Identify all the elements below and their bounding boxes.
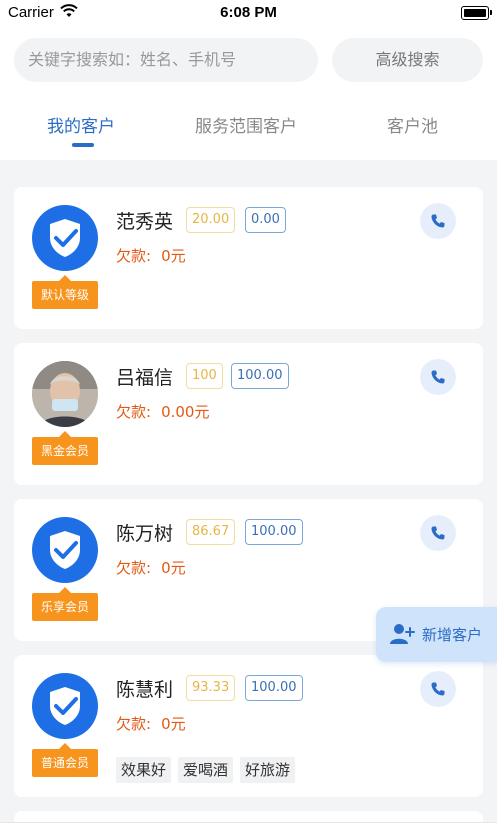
debt-value: 0元 xyxy=(161,559,186,577)
shield-icon xyxy=(32,517,98,583)
customer-card[interactable]: 普通会员 陈慧利 93.33 100.00 欠款: 0元 效果好 爱喝酒 好旅游 xyxy=(14,655,483,797)
tab-customer-pool[interactable]: 客户池 xyxy=(387,112,438,137)
debt-row: 欠款: 0元 xyxy=(116,245,186,266)
debt-label: 欠款: xyxy=(116,715,152,733)
customer-card[interactable]: 黑金会员 吕福信 100 100.00 欠款: 0.00元 xyxy=(14,343,483,485)
call-button[interactable] xyxy=(420,203,456,239)
debt-value: 0.00元 xyxy=(161,403,210,421)
shield-icon xyxy=(32,205,98,271)
level-badge: 普通会员 xyxy=(32,743,98,777)
score-tag: 93.33 xyxy=(186,675,236,701)
phone-icon xyxy=(431,526,445,540)
customer-name: 吕福信 xyxy=(116,367,174,389)
status-bar: Carrier 6:08 PM xyxy=(0,0,497,28)
debt-value: 0元 xyxy=(161,247,186,265)
call-button[interactable] xyxy=(420,359,456,395)
level-badge: 黑金会员 xyxy=(32,431,98,465)
call-button[interactable] xyxy=(420,671,456,707)
interest-tag: 好旅游 xyxy=(240,757,296,783)
level-badge: 乐享会员 xyxy=(32,587,98,621)
bottom-bar xyxy=(0,822,497,833)
avatar-photo xyxy=(32,361,98,427)
header: 关键字搜索如：姓名、手机号 高级搜索 我的客户 服务范围客户 客户池 xyxy=(0,28,497,160)
tab-my-customers[interactable]: 我的客户 xyxy=(47,112,115,137)
search-input[interactable]: 关键字搜索如：姓名、手机号 xyxy=(14,38,318,82)
phone-icon xyxy=(431,370,445,384)
battery-icon xyxy=(461,6,492,20)
customer-card[interactable]: 默认等级 范秀英 20.00 0.00 欠款: 0元 xyxy=(14,187,483,329)
add-user-icon xyxy=(390,624,415,644)
debt-label: 欠款: xyxy=(116,403,152,421)
customer-name: 陈万树 xyxy=(116,523,174,545)
balance-tag: 100.00 xyxy=(245,675,303,701)
add-customer-button[interactable]: 新增客户 xyxy=(376,607,497,662)
score-tag: 20.00 xyxy=(186,207,236,233)
phone-icon xyxy=(431,682,445,696)
debt-row: 欠款: 0.00元 xyxy=(116,401,209,422)
debt-row: 欠款: 0元 xyxy=(116,713,186,734)
balance-tag: 0.00 xyxy=(245,207,286,233)
balance-tag: 100.00 xyxy=(231,363,289,389)
debt-label: 欠款: xyxy=(116,559,152,577)
interest-tag: 爱喝酒 xyxy=(178,757,234,783)
call-button[interactable] xyxy=(420,515,456,551)
shield-icon xyxy=(32,673,98,739)
status-time: 6:08 PM xyxy=(220,4,277,21)
interest-tag: 效果好 xyxy=(116,757,172,783)
level-badge: 默认等级 xyxy=(32,275,98,309)
score-tag: 100 xyxy=(186,363,223,389)
add-customer-label: 新增客户 xyxy=(422,626,483,644)
score-tag: 86.67 xyxy=(186,519,236,545)
debt-value: 0元 xyxy=(161,715,186,733)
debt-label: 欠款: xyxy=(116,247,152,265)
balance-tag: 100.00 xyxy=(245,519,303,545)
customer-name: 陈慧利 xyxy=(116,679,174,701)
phone-icon xyxy=(431,214,445,228)
tab-service-range-customers[interactable]: 服务范围客户 xyxy=(195,112,297,137)
tab-indicator xyxy=(72,143,94,147)
customer-name: 范秀英 xyxy=(116,211,174,233)
advanced-search-button[interactable]: 高级搜索 xyxy=(332,38,483,82)
debt-row: 欠款: 0元 xyxy=(116,557,186,578)
